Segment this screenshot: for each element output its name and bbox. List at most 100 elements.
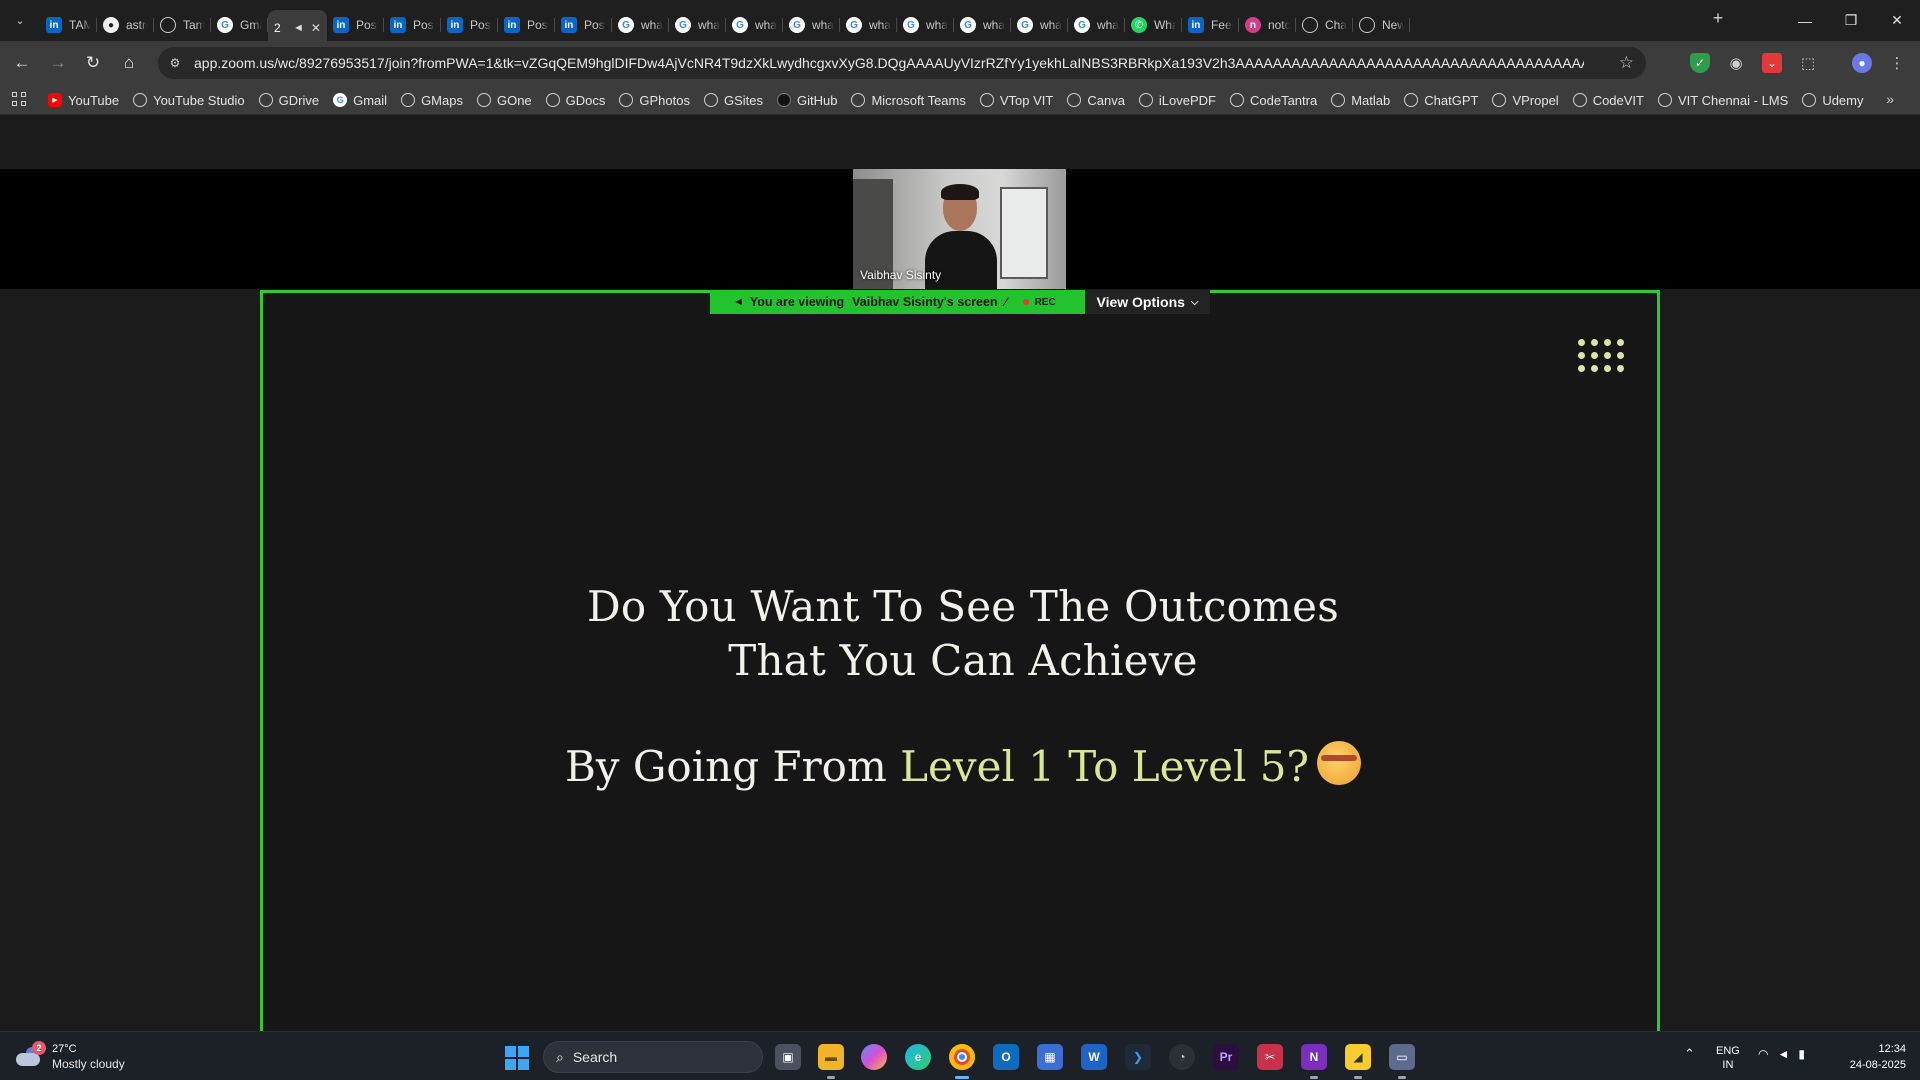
- bookmark-item[interactable]: GPhotos: [619, 93, 690, 108]
- address-bar[interactable]: ⚙ app.zoom.us/wc/89276953517/join?fromPW…: [158, 47, 1646, 79]
- bookmark-item[interactable]: ChatGPT: [1404, 93, 1478, 108]
- bookmark-item[interactable]: Microsoft Teams: [851, 93, 966, 108]
- more-bookmarks-chevron-icon[interactable]: »: [1886, 91, 1894, 107]
- minimize-icon: —: [1798, 12, 1812, 29]
- taskbar-search[interactable]: ⌕ Search: [543, 1041, 763, 1073]
- home-button[interactable]: ⌂: [116, 50, 142, 76]
- tab-title: what: [925, 18, 948, 32]
- extensions-puzzle-icon[interactable]: ⬚: [1798, 53, 1818, 73]
- sticky-notes-icon[interactable]: ◢: [1345, 1044, 1371, 1079]
- new-tab-button[interactable]: +: [1706, 8, 1730, 29]
- video-background-window: [1000, 187, 1048, 279]
- bookmark-item[interactable]: iLovePDF: [1138, 93, 1216, 108]
- snipping-tool-icon[interactable]: ✂: [1257, 1044, 1283, 1070]
- bookmark-item[interactable]: ▶ YouTube: [48, 93, 119, 108]
- task-view-icon[interactable]: ▣: [775, 1044, 801, 1070]
- browser-tab[interactable]: Gwhat: [954, 10, 1011, 40]
- bookmark-item[interactable]: GOne: [476, 93, 532, 108]
- back-button[interactable]: ←: [9, 50, 35, 76]
- browser-tab[interactable]: Gwhat: [1011, 10, 1068, 40]
- browser-tab[interactable]: Gwhat: [1068, 10, 1125, 40]
- site-info-icon[interactable]: ⚙: [167, 55, 183, 71]
- restore-button[interactable]: ❐: [1828, 0, 1874, 41]
- close-icon: ✕: [1891, 12, 1903, 28]
- bookmark-item[interactable]: CodeVIT: [1572, 92, 1644, 108]
- bookmark-label: VIT Chennai - LMS: [1678, 92, 1789, 108]
- browser-tab[interactable]: Gwhat: [612, 10, 669, 40]
- browser-tab[interactable]: ✆ What: [1125, 10, 1182, 40]
- outlook-icon[interactable]: O: [993, 1044, 1019, 1070]
- bookmark-item[interactable]: GSites: [703, 93, 763, 108]
- bookmark-item[interactable]: GitHub: [777, 93, 837, 108]
- close-window-button[interactable]: ✕: [1874, 0, 1920, 41]
- forward-button[interactable]: →: [45, 50, 71, 76]
- premiere-pro-icon[interactable]: Pr: [1213, 1044, 1239, 1070]
- bookmark-item[interactable]: GDocs: [545, 93, 605, 108]
- browser-tab[interactable]: in Post: [441, 10, 498, 40]
- word-icon[interactable]: W: [1081, 1044, 1107, 1070]
- tab-close-icon[interactable]: ✕: [311, 21, 321, 35]
- browser-tab[interactable]: Gwhat: [897, 10, 954, 40]
- browser-tab[interactable]: Gwhat: [726, 10, 783, 40]
- browser-tab[interactable]: Gwhat: [669, 10, 726, 40]
- bookmark-item[interactable]: VTop VIT: [979, 93, 1053, 108]
- browser-tab[interactable]: G Gmail: [211, 10, 268, 40]
- browser-tab[interactable]: in Post: [384, 10, 441, 40]
- browser-tab[interactable]: in TAMIL: [40, 10, 97, 40]
- browser-tab[interactable]: New: [1353, 10, 1410, 40]
- bookmark-item[interactable]: VPropel: [1492, 93, 1559, 108]
- copilot-icon[interactable]: [861, 1044, 887, 1070]
- bookmark-item[interactable]: GDrive: [258, 93, 319, 108]
- bookmark-label: CodeVIT: [1592, 92, 1644, 108]
- shield-extension-icon[interactable]: ✓: [1690, 53, 1710, 73]
- bookmark-item[interactable]: CodeTantra: [1230, 93, 1317, 108]
- url-text[interactable]: app.zoom.us/wc/89276953517/join?fromPWA=…: [194, 55, 1584, 71]
- bookmark-item[interactable]: Canva: [1067, 93, 1125, 108]
- bookmark-star-icon[interactable]: ☆: [1619, 53, 1634, 73]
- chrome-icon[interactable]: [949, 1044, 975, 1079]
- bookmark-item[interactable]: YouTube Studio: [133, 93, 245, 108]
- browser-tab[interactable]: Gwhat: [840, 10, 897, 40]
- reload-button[interactable]: ↻: [80, 50, 106, 76]
- vscode-icon[interactable]: ❯: [1125, 1044, 1151, 1070]
- bookmark-item[interactable]: Udemy: [1802, 93, 1864, 108]
- minimize-button[interactable]: —: [1782, 0, 1828, 41]
- obs-icon[interactable]: ◔: [1169, 1044, 1195, 1070]
- bookmark-item[interactable]: GMaps: [401, 93, 463, 108]
- file-explorer-icon[interactable]: ▬: [818, 1044, 844, 1079]
- tab-search-button[interactable]: ⌄: [9, 9, 31, 31]
- browser-tab[interactable]: in Post: [498, 10, 555, 40]
- view-options-button[interactable]: View Options ⌵: [1085, 290, 1210, 314]
- browser-tab[interactable]: Chat: [1296, 10, 1353, 40]
- microsoft-store-icon[interactable]: ▦: [1037, 1044, 1063, 1070]
- browser-tab[interactable]: in Post: [327, 10, 384, 40]
- apps-grid-icon[interactable]: [12, 92, 28, 108]
- bookmark-item[interactable]: G Gmail: [333, 93, 387, 108]
- camera-extension-icon[interactable]: ◉: [1726, 53, 1746, 73]
- weather-widget[interactable]: 2 27°C Mostly cloudy: [14, 1039, 125, 1075]
- clock[interactable]: 12:34 24-08-2025: [1850, 1041, 1906, 1073]
- globe-icon: [1138, 93, 1153, 107]
- onenote-icon[interactable]: N: [1301, 1044, 1327, 1079]
- browser-menu-icon[interactable]: ⋮: [1887, 53, 1907, 73]
- participant-video-tile[interactable]: Vaibhav Sisinty: [853, 169, 1066, 289]
- browser-tab[interactable]: in Post: [555, 10, 612, 40]
- bookmark-item[interactable]: Matlab: [1331, 93, 1390, 108]
- browser-tab[interactable]: Tamil: [154, 10, 211, 40]
- browser-tab[interactable]: ● astro: [97, 10, 154, 40]
- show-hidden-icons-chevron[interactable]: ⌃: [1684, 1046, 1695, 1062]
- browser-tab[interactable]: n notc: [1239, 10, 1296, 40]
- pocket-extension-icon[interactable]: ⌄: [1762, 53, 1782, 73]
- edge-icon[interactable]: e: [905, 1044, 931, 1070]
- system-tray[interactable]: ◠ ◄ ▮: [1758, 1047, 1805, 1061]
- browser-tab[interactable]: Gwhat: [783, 10, 840, 40]
- tab-audio-icon[interactable]: ◄: [293, 22, 304, 34]
- browser-tab[interactable]: in Feed: [1182, 10, 1239, 40]
- start-button[interactable]: [505, 1046, 529, 1070]
- language-indicator[interactable]: ENG IN: [1716, 1044, 1740, 1072]
- tab-title: what: [640, 18, 663, 32]
- globe-icon: [133, 93, 148, 107]
- zoom-app-icon[interactable]: ▭: [1389, 1044, 1415, 1079]
- bookmark-item[interactable]: VIT Chennai - LMS: [1658, 93, 1788, 108]
- profile-avatar[interactable]: ●: [1852, 53, 1872, 73]
